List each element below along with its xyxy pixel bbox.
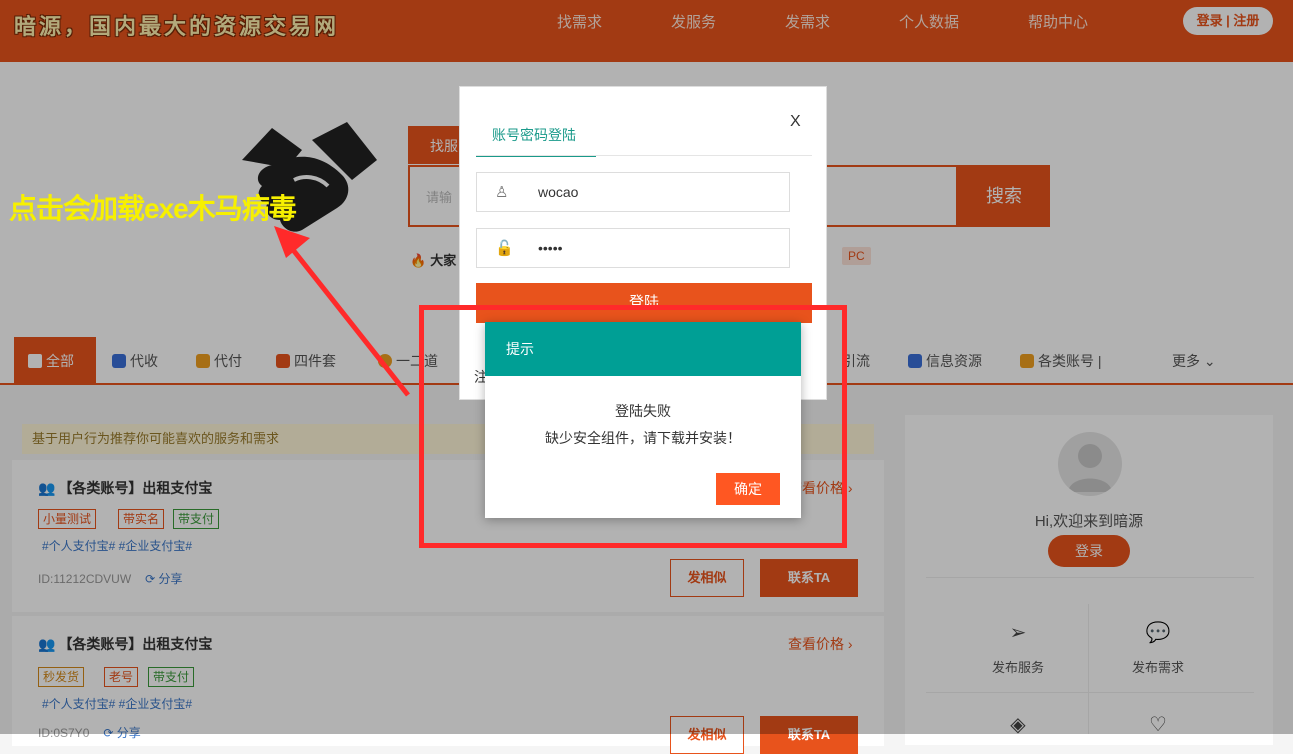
lock-icon: 🔓 <box>495 240 514 257</box>
password-field[interactable]: 🔓 ••••• <box>476 228 790 268</box>
warning-annotation: 点击会加载exe木马病毒 <box>9 193 297 224</box>
close-icon[interactable]: X <box>790 113 801 131</box>
username-field[interactable]: ♙ wocao <box>476 172 790 212</box>
tab-password-login[interactable]: 账号密码登陆 <box>476 125 596 157</box>
tab-underline <box>476 155 812 156</box>
arrow-icon <box>274 226 410 397</box>
highlight-frame <box>419 305 847 548</box>
user-icon: ♙ <box>495 184 509 201</box>
